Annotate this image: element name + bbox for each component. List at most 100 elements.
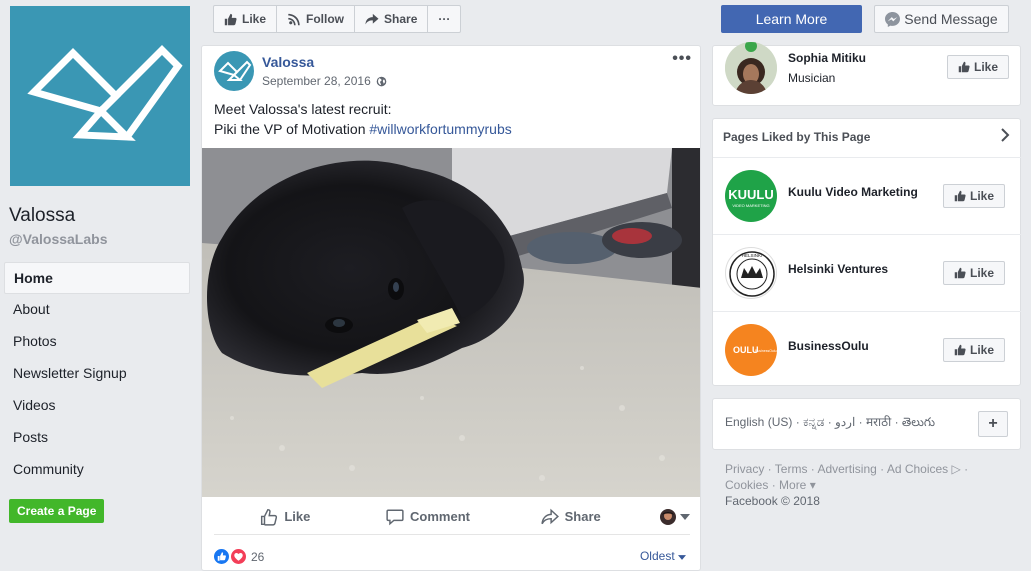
businessoulu-logo-mark: OULU BusinessOulu: [733, 345, 777, 355]
post-comment-button[interactable]: Comment: [357, 508, 500, 526]
member-role: Musician: [788, 71, 836, 85]
nav-item-photos[interactable]: Photos: [4, 326, 190, 358]
liked-page-row: HELSINKI Helsinki Ventures Like: [713, 234, 1022, 311]
post-author-name[interactable]: Valossa: [262, 54, 314, 70]
kuulu-logo-mark: KUULU VIDEO MARKETING: [728, 187, 774, 208]
thumbs-up-icon: [224, 13, 237, 25]
user-avatar-icon: [660, 508, 677, 525]
member-name[interactable]: Sophia Mitiku: [788, 51, 866, 65]
kuulu-logo-text: KUULU: [728, 187, 774, 202]
more-dots-icon: ···: [438, 12, 451, 26]
post-text-line1: Meet Valossa's latest recruit:: [214, 101, 392, 117]
more-options-button[interactable]: ···: [428, 6, 460, 32]
globe-icon: [376, 76, 387, 86]
messenger-icon: [885, 11, 901, 27]
post-text-line2: Piki the VP of Motivation #willworkfortu…: [214, 121, 512, 137]
valossa-avatar-logo-icon: [218, 60, 252, 81]
thumbs-up-icon: [954, 344, 966, 356]
comment-sort-dropdown[interactable]: Oldest: [640, 549, 686, 563]
send-message-button[interactable]: Send Message: [874, 5, 1009, 33]
follow-button[interactable]: Follow: [277, 6, 356, 32]
send-message-label: Send Message: [904, 11, 998, 27]
comment-sort-label: Oldest: [639, 549, 675, 563]
post-like-label: Like: [284, 509, 311, 524]
post-as-selector[interactable]: [642, 508, 691, 525]
liked-page-name[interactable]: Kuulu Video Marketing: [788, 185, 918, 199]
nav-item-community[interactable]: Community: [4, 454, 190, 486]
liked-page-like-label: Like: [969, 189, 994, 203]
footer-copyright: Facebook © 2018: [725, 494, 820, 508]
thumbs-up-icon: [954, 190, 966, 202]
page-profile-picture[interactable]: [10, 6, 190, 186]
liked-page-row: OULU BusinessOulu BusinessOulu Like: [713, 311, 1022, 388]
learn-more-button[interactable]: Learn More: [721, 5, 862, 33]
helsinki-ventures-logo-mark: HELSINKI: [729, 251, 775, 297]
member-card: Sophia Mitiku Musician Like: [712, 42, 1021, 106]
liked-page-like-button[interactable]: Like: [943, 261, 1005, 285]
page-like-label: Like: [242, 12, 267, 26]
create-page-button[interactable]: Create a Page: [9, 499, 105, 523]
comment-icon: [386, 509, 404, 525]
oulu-logo-subtext: BusinessOulu: [755, 349, 777, 353]
liked-page-like-button[interactable]: Like: [943, 338, 1005, 362]
member-like-label: Like: [973, 60, 998, 74]
nav-item-newsletter-signup[interactable]: Newsletter Signup: [4, 358, 190, 390]
page-name: Valossa: [9, 205, 76, 226]
page-action-bar: Like Follow Share ···: [213, 5, 462, 33]
post-options-button[interactable]: •••: [672, 50, 692, 68]
post-text-plain: Piki the VP of Motivation: [214, 121, 370, 137]
helsinki-ventures-logo[interactable]: HELSINKI: [725, 247, 777, 299]
member-avatar[interactable]: [725, 42, 777, 94]
footer-links-line2[interactable]: Cookies · More ▾: [725, 477, 1015, 493]
post-share-button[interactable]: Share: [499, 508, 642, 526]
left-nav: Home About Photos Newsletter Signup Vide…: [4, 262, 190, 486]
sort-caret-down-icon: [678, 555, 686, 560]
post-comment-label: Comment: [410, 509, 470, 524]
like-reaction-icon: [214, 549, 229, 564]
liked-page-like-label: Like: [969, 343, 994, 357]
footer: Privacy · Terms · Advertising · Ad Choic…: [725, 461, 1015, 509]
chevron-right-icon[interactable]: [1000, 128, 1010, 142]
reaction-summary[interactable]: 26: [214, 549, 264, 564]
post-date[interactable]: September 28, 2016: [262, 74, 371, 88]
page-handle[interactable]: @ValossaLabs: [9, 231, 107, 247]
thumbs-up-icon: [954, 267, 966, 279]
post-card: Valossa September 28, 2016 ••• Meet Valo…: [201, 45, 701, 571]
post-date-row: September 28, 2016: [262, 74, 387, 88]
nav-item-about[interactable]: About: [4, 294, 190, 326]
nav-item-videos[interactable]: Videos: [4, 390, 190, 422]
member-photo: [725, 42, 777, 94]
liked-page-like-button[interactable]: Like: [943, 184, 1005, 208]
businessoulu-logo[interactable]: OULU BusinessOulu: [725, 324, 777, 376]
valossa-logo-icon: [27, 45, 183, 141]
post-author-avatar[interactable]: [214, 51, 254, 91]
liked-page-like-label: Like: [969, 266, 994, 280]
add-language-button[interactable]: +: [978, 411, 1008, 437]
nav-item-home[interactable]: Home: [4, 262, 190, 294]
pages-liked-header[interactable]: Pages Liked by This Page: [723, 130, 870, 144]
follow-label: Follow: [306, 12, 345, 26]
language-card: English (US) · ಕನ್ನಡ · اردو · मराठी · తె…: [712, 398, 1021, 450]
page-like-button[interactable]: Like: [214, 6, 278, 32]
post-action-bar: Like Comment Share: [214, 499, 691, 535]
post-share-label: Share: [564, 509, 601, 524]
post-like-button[interactable]: Like: [214, 508, 357, 526]
footer-links-line1[interactable]: Privacy · Terms · Advertising · Ad Choic…: [725, 461, 1015, 477]
post-hashtag-link[interactable]: #willworkfortummyrubs: [369, 121, 511, 137]
member-like-button[interactable]: Like: [947, 55, 1009, 79]
page-share-label: Share: [384, 12, 418, 26]
left-column: Valossa @ValossaLabs Home About Photos N…: [0, 0, 200, 571]
liked-page-name[interactable]: BusinessOulu: [788, 339, 869, 353]
page-share-button[interactable]: Share: [355, 6, 429, 32]
liked-page-name[interactable]: Helsinki Ventures: [788, 262, 888, 276]
share-arrow-icon: [365, 13, 379, 24]
post-photo[interactable]: [202, 148, 700, 497]
nav-item-posts[interactable]: Posts: [4, 422, 190, 454]
kuulu-logo[interactable]: KUULU VIDEO MARKETING: [725, 170, 777, 222]
caret-down-icon: [680, 513, 691, 520]
language-list[interactable]: English (US) · ಕನ್ನಡ · اردو · मराठी · తె…: [725, 413, 935, 432]
pages-liked-card: Pages Liked by This Page KUULU VIDEO MAR…: [712, 118, 1022, 388]
reaction-count: 26: [251, 549, 265, 564]
share-outline-icon: [541, 508, 559, 524]
kuulu-logo-subtext: VIDEO MARKETING: [732, 203, 769, 208]
